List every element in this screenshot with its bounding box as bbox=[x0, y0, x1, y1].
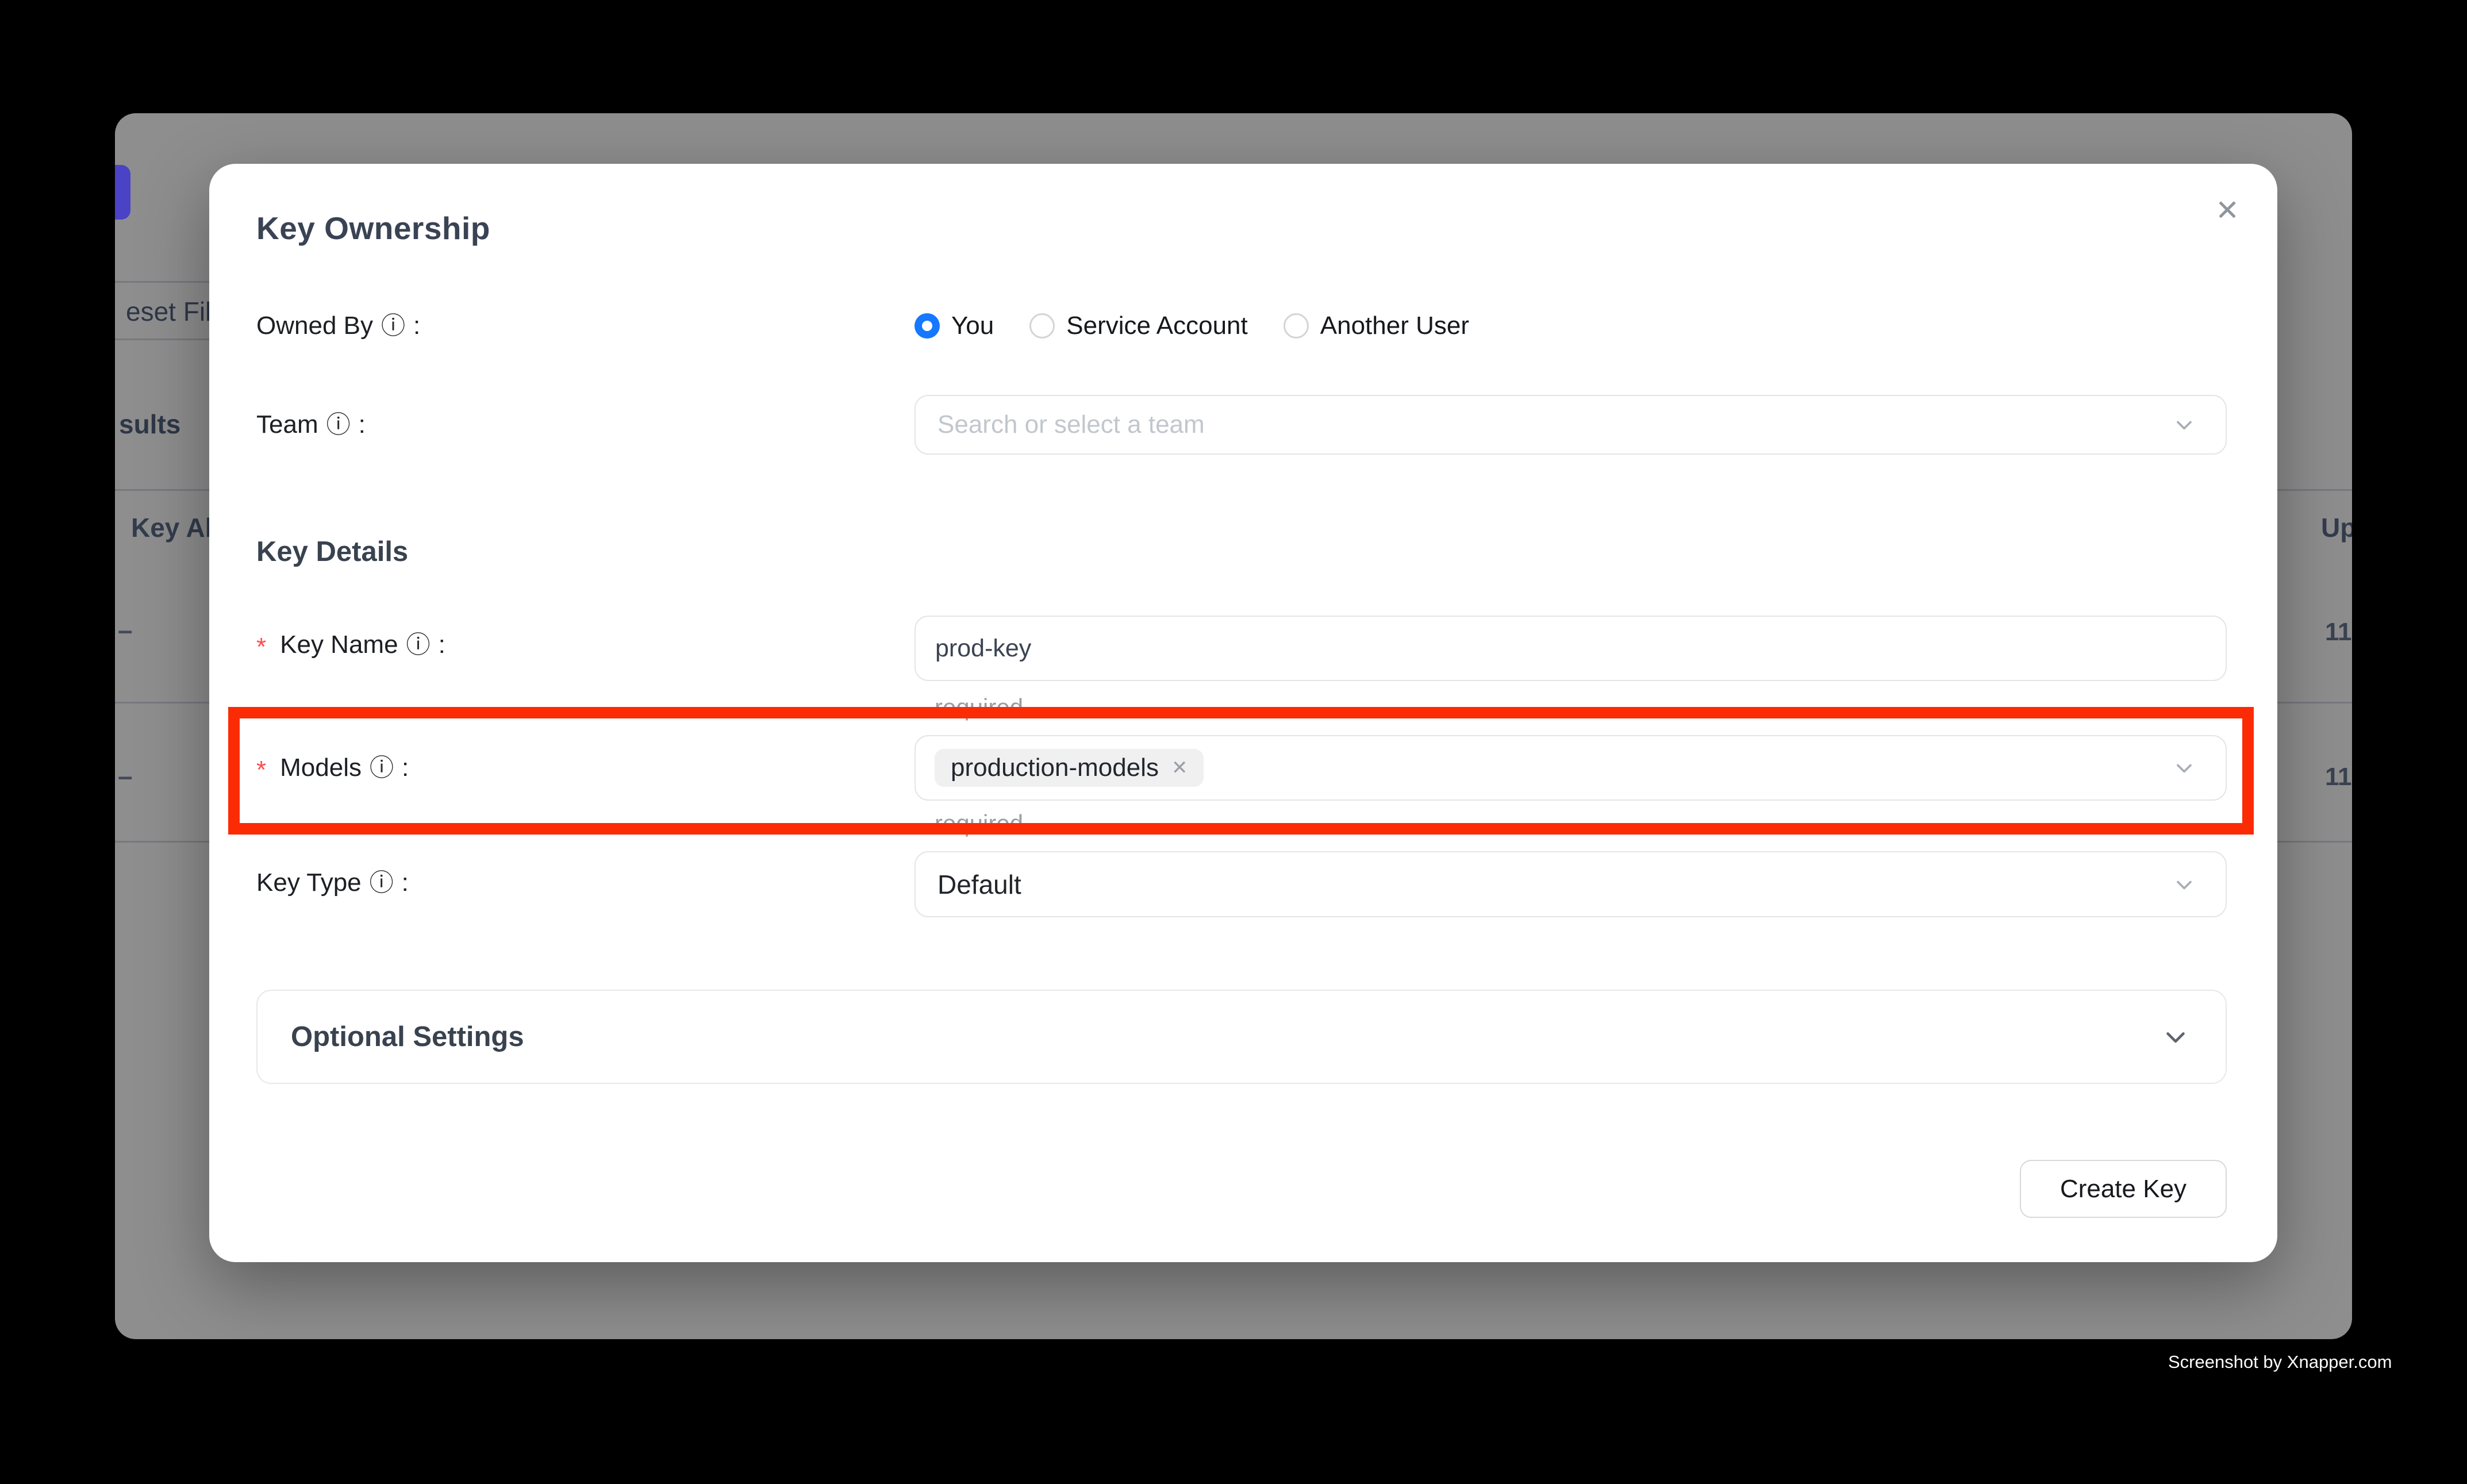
key-name-required-hint: required bbox=[935, 694, 1023, 721]
selected-model-tag-text: production-models bbox=[951, 753, 1159, 782]
key-name-input[interactable]: prod-key bbox=[914, 616, 2227, 681]
chevron-down-icon[interactable] bbox=[2160, 1021, 2191, 1052]
watermark-text: Screenshot by Xnapper.com bbox=[2168, 1352, 2392, 1372]
chevron-down-icon bbox=[2172, 755, 2197, 781]
screenshot-canvas: eset Filt sults Key Alia – – Up 11/ 11/ … bbox=[0, 0, 2467, 1484]
team-select-placeholder: Search or select a team bbox=[916, 410, 1205, 439]
app-window-backdrop: eset Filt sults Key Alia – – Up 11/ 11/ … bbox=[115, 113, 2352, 1339]
models-select[interactable]: production-models ✕ bbox=[914, 735, 2227, 801]
radio-unselected-icon[interactable] bbox=[1029, 313, 1055, 339]
modal-title: Key Ownership bbox=[256, 210, 490, 247]
close-icon[interactable]: ✕ bbox=[2215, 196, 2239, 225]
key-name-label-text: Key Name bbox=[280, 630, 398, 659]
bg-divider bbox=[115, 281, 210, 283]
key-type-select[interactable]: Default bbox=[914, 851, 2227, 917]
table-cell-date: 11/ bbox=[2325, 618, 2352, 647]
bg-divider bbox=[115, 489, 210, 491]
radio-option-another-user[interactable]: Another User bbox=[1284, 312, 1469, 340]
results-count-fragment: sults bbox=[119, 409, 180, 440]
table-cell-dash: – bbox=[118, 614, 133, 645]
info-icon[interactable]: ⓘ bbox=[381, 314, 405, 338]
owned-by-label: Owned By ⓘ : bbox=[256, 309, 420, 343]
radio-selected-icon[interactable] bbox=[914, 313, 940, 339]
table-cell-date: 11/ bbox=[2325, 763, 2352, 791]
key-ownership-modal: Key Ownership ✕ Owned By ⓘ : You Service… bbox=[209, 164, 2277, 1262]
create-key-button[interactable]: Create Key bbox=[2020, 1160, 2227, 1218]
info-icon[interactable]: ⓘ bbox=[370, 756, 394, 780]
chevron-down-icon bbox=[2172, 872, 2197, 897]
team-label: Team ⓘ : bbox=[256, 407, 366, 442]
colon: : bbox=[402, 753, 409, 782]
table-cell-dash: – bbox=[118, 760, 133, 791]
models-label: * Models ⓘ : bbox=[256, 751, 409, 785]
create-key-button-fragment bbox=[115, 165, 130, 220]
bg-divider bbox=[2274, 489, 2352, 491]
selected-model-tag: production-models ✕ bbox=[935, 749, 1204, 787]
bg-divider bbox=[115, 339, 210, 340]
radio-option-you[interactable]: You bbox=[914, 312, 994, 340]
info-icon[interactable]: ⓘ bbox=[326, 413, 351, 437]
chevron-down-icon bbox=[2172, 412, 2197, 437]
owned-by-label-text: Owned By bbox=[256, 312, 373, 340]
colon: : bbox=[439, 630, 445, 659]
bg-divider bbox=[115, 841, 210, 843]
tag-remove-icon[interactable]: ✕ bbox=[1171, 756, 1188, 779]
radio-label: Another User bbox=[1320, 312, 1469, 340]
bg-divider bbox=[115, 702, 210, 703]
team-select[interactable]: Search or select a team bbox=[914, 395, 2227, 455]
models-label-text: Models bbox=[280, 753, 362, 782]
key-name-label: * Key Name ⓘ : bbox=[256, 628, 445, 662]
reset-filters-fragment: eset Filt bbox=[126, 296, 218, 327]
colon: : bbox=[359, 410, 366, 439]
radio-unselected-icon[interactable] bbox=[1284, 313, 1309, 339]
radio-label: You bbox=[951, 312, 994, 340]
key-type-value: Default bbox=[916, 869, 1021, 900]
radio-label: Service Account bbox=[1066, 312, 1248, 340]
colon: : bbox=[402, 868, 409, 897]
bg-divider bbox=[2274, 702, 2352, 703]
team-label-text: Team bbox=[256, 410, 318, 439]
key-type-label-text: Key Type bbox=[256, 868, 362, 897]
updated-column-header-fragment: Up bbox=[2321, 512, 2352, 543]
radio-option-service-account[interactable]: Service Account bbox=[1029, 312, 1248, 340]
key-type-label: Key Type ⓘ : bbox=[256, 866, 409, 900]
key-name-value: prod-key bbox=[916, 635, 1031, 663]
required-asterisk: * bbox=[256, 756, 266, 785]
info-icon[interactable]: ⓘ bbox=[406, 633, 431, 657]
colon: : bbox=[413, 312, 420, 340]
info-icon[interactable]: ⓘ bbox=[370, 871, 394, 895]
key-details-heading: Key Details bbox=[256, 536, 408, 568]
bg-divider bbox=[2274, 841, 2352, 843]
optional-settings-label: Optional Settings bbox=[291, 1021, 524, 1053]
models-required-hint: required bbox=[935, 810, 1023, 837]
optional-settings-panel[interactable]: Optional Settings bbox=[256, 990, 2227, 1084]
owned-by-radio-group: You Service Account Another User bbox=[914, 309, 1469, 343]
required-asterisk: * bbox=[256, 633, 266, 662]
